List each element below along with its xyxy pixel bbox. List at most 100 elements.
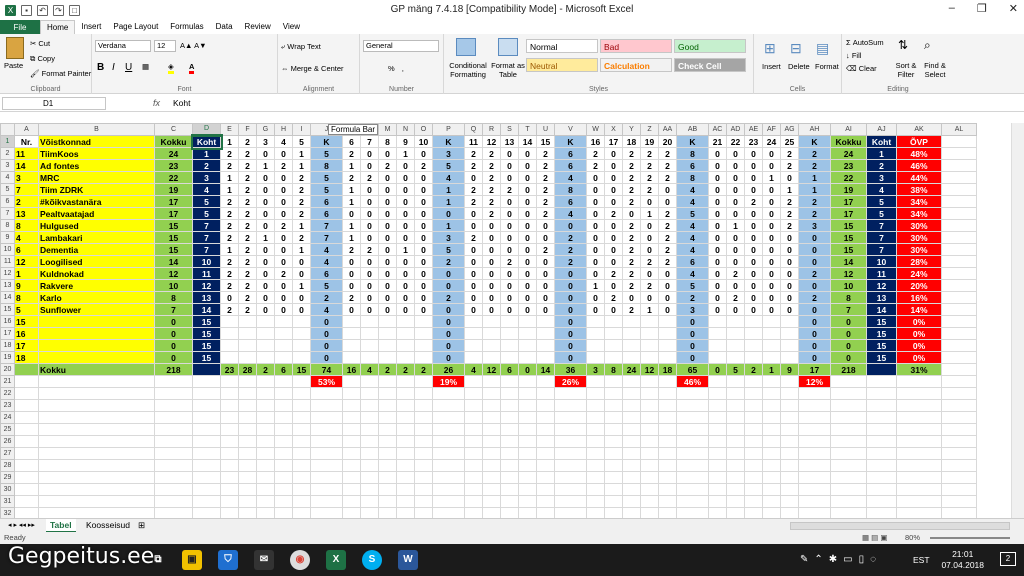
column-header[interactable]: G	[256, 123, 275, 136]
total-cell[interactable]: 24	[622, 363, 641, 376]
empty-cell[interactable]	[342, 447, 361, 460]
empty-cell[interactable]	[726, 387, 745, 400]
data-cell[interactable]: 22	[830, 171, 867, 184]
data-cell[interactable]: 0	[762, 267, 781, 280]
data-cell[interactable]: 0	[378, 207, 397, 220]
data-cell[interactable]: 2	[640, 279, 659, 292]
data-cell[interactable]: 0	[708, 195, 727, 208]
empty-cell[interactable]	[780, 495, 799, 508]
minimize-button[interactable]: –	[949, 2, 955, 15]
empty-cell[interactable]	[414, 435, 433, 448]
header-cell[interactable]: K	[798, 135, 831, 148]
data-cell[interactable]: 0	[622, 291, 641, 304]
data-cell[interactable]	[274, 351, 293, 364]
data-cell[interactable]: 0	[604, 303, 623, 316]
data-cell[interactable]: 0	[518, 243, 537, 256]
total-cell[interactable]: 17	[798, 363, 831, 376]
empty-cell[interactable]	[640, 387, 659, 400]
data-cell[interactable]: 0	[414, 207, 433, 220]
empty-cell[interactable]	[378, 399, 397, 412]
empty-cell[interactable]	[762, 447, 781, 460]
data-cell[interactable]: Rakvere	[38, 279, 155, 292]
data-cell[interactable]: Tiim ZDRK	[38, 183, 155, 196]
data-cell[interactable]: 0	[396, 183, 415, 196]
data-cell[interactable]: Loogilised	[38, 255, 155, 268]
empty-cell[interactable]	[941, 459, 977, 472]
data-cell[interactable]: 5	[432, 159, 465, 172]
data-cell[interactable]: 0	[658, 303, 677, 316]
total-cell[interactable]: 12	[640, 363, 659, 376]
data-cell[interactable]: 0	[310, 315, 343, 328]
empty-cell[interactable]	[220, 459, 239, 472]
empty-cell[interactable]	[941, 159, 977, 172]
delete-cells-icon[interactable]: ⊟	[790, 40, 802, 57]
empty-cell[interactable]	[941, 507, 977, 518]
empty-cell[interactable]	[238, 483, 257, 496]
data-cell[interactable]: 0	[798, 279, 831, 292]
data-cell[interactable]	[604, 327, 623, 340]
empty-cell[interactable]	[586, 459, 605, 472]
empty-cell[interactable]	[896, 387, 942, 400]
data-cell[interactable]: 0	[762, 195, 781, 208]
data-cell[interactable]	[396, 327, 415, 340]
empty-cell[interactable]	[762, 471, 781, 484]
data-cell[interactable]: 0	[586, 243, 605, 256]
data-cell[interactable]: 4	[676, 219, 709, 232]
data-cell[interactable]: 6	[676, 255, 709, 268]
data-cell[interactable]: 0	[604, 195, 623, 208]
row-header[interactable]: 21	[0, 375, 15, 388]
empty-cell[interactable]	[154, 507, 193, 518]
row-header[interactable]: 25	[0, 423, 15, 436]
data-cell[interactable]: 23	[154, 159, 193, 172]
column-header[interactable]: E	[220, 123, 239, 136]
row-header[interactable]: 1	[0, 135, 15, 148]
empty-cell[interactable]	[941, 363, 977, 376]
empty-cell[interactable]	[708, 423, 727, 436]
word-icon[interactable]: W	[398, 550, 418, 570]
empty-cell[interactable]	[536, 399, 555, 412]
data-cell[interactable]: 2	[342, 243, 361, 256]
data-cell[interactable]	[396, 351, 415, 364]
empty-cell[interactable]	[604, 483, 623, 496]
data-cell[interactable]: 0	[518, 183, 537, 196]
data-cell[interactable]	[640, 339, 659, 352]
empty-cell[interactable]	[622, 375, 641, 388]
column-header[interactable]: AG	[780, 123, 799, 136]
data-cell[interactable]: 0	[554, 267, 587, 280]
data-cell[interactable]: 0	[554, 327, 587, 340]
data-cell[interactable]: 3	[866, 171, 897, 184]
data-cell[interactable]: 2	[726, 291, 745, 304]
data-cell[interactable]	[38, 339, 155, 352]
data-cell[interactable]: 3	[798, 219, 831, 232]
data-cell[interactable]: 0	[342, 255, 361, 268]
vertical-scrollbar[interactable]	[1011, 123, 1024, 518]
data-cell[interactable]: 7	[192, 231, 221, 244]
empty-cell[interactable]	[866, 387, 897, 400]
empty-cell[interactable]	[676, 447, 709, 460]
empty-cell[interactable]	[378, 495, 397, 508]
data-cell[interactable]	[500, 339, 519, 352]
empty-cell[interactable]	[798, 459, 831, 472]
data-cell[interactable]: 0	[482, 303, 501, 316]
copy-button[interactable]: ⧉ Copy	[30, 54, 55, 64]
sheet-nav-arrows[interactable]: ◂ ▸ ◂◂ ▸▸	[4, 519, 39, 533]
empty-cell[interactable]	[256, 399, 275, 412]
data-cell[interactable]: 15	[14, 315, 39, 328]
header-cell[interactable]: Koht	[866, 135, 897, 148]
empty-cell[interactable]	[518, 507, 537, 518]
total-cell[interactable]: 6	[274, 363, 293, 376]
header-cell[interactable]: 15	[536, 135, 555, 148]
data-cell[interactable]: 4	[310, 255, 343, 268]
data-cell[interactable]: 0	[274, 171, 293, 184]
empty-cell[interactable]	[640, 435, 659, 448]
empty-cell[interactable]	[941, 303, 977, 316]
empty-cell[interactable]	[554, 399, 587, 412]
data-cell[interactable]: 5	[192, 207, 221, 220]
data-cell[interactable]: 0	[274, 195, 293, 208]
data-cell[interactable]: 8	[830, 291, 867, 304]
header-cell[interactable]: 7	[360, 135, 379, 148]
data-cell[interactable]: 0	[798, 231, 831, 244]
data-cell[interactable]: 19	[154, 183, 193, 196]
empty-cell[interactable]	[604, 471, 623, 484]
data-cell[interactable]: 0	[726, 231, 745, 244]
